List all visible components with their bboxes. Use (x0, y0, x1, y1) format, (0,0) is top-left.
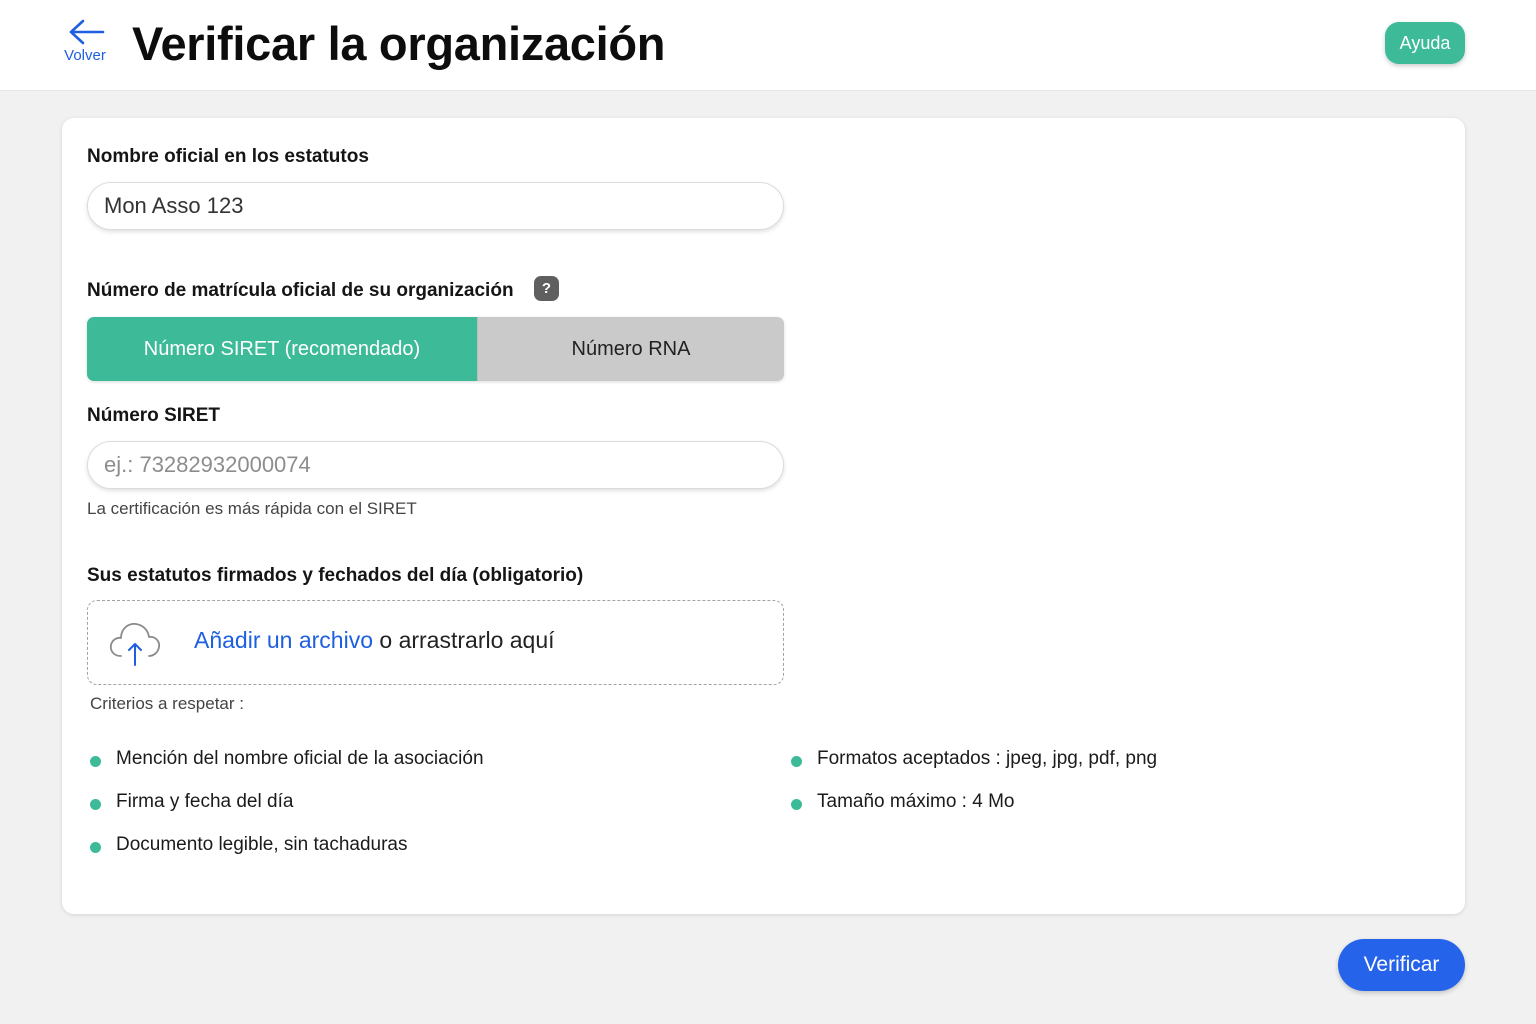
criteria-item: Formatos aceptados : jpeg, jpg, pdf, png (791, 748, 1157, 770)
option-rna-button[interactable]: Número RNA (477, 317, 784, 381)
back-button[interactable]: Volver (58, 18, 112, 72)
criteria-item: Tamaño máximo : 4 Mo (791, 791, 1014, 813)
criteria-item-text: Formatos aceptados : jpeg, jpg, pdf, png (817, 748, 1158, 769)
criteria-item-text: Tamaño máximo : 4 Mo (817, 791, 1015, 812)
verify-button[interactable]: Verificar (1338, 939, 1465, 991)
criteria-item: Mención del nombre oficial de la asociac… (90, 748, 484, 770)
criteria-item-text: Mención del nombre oficial de la asociac… (116, 748, 484, 769)
header-bar: Volver Verificar la organización Ayuda (0, 0, 1536, 91)
criteria-item-text: Firma y fecha del día (116, 791, 294, 812)
cloud-upload-icon (109, 623, 161, 666)
bullet-icon (90, 842, 101, 853)
dropzone-text: Añadir un archivo o arrastrarlo aquí (194, 627, 555, 654)
siret-hint: La certificación es más rápida con el SI… (87, 499, 417, 518)
question-mark-icon[interactable]: ? (534, 276, 559, 301)
help-button[interactable]: Ayuda (1385, 22, 1465, 64)
add-file-link[interactable]: Añadir un archivo (194, 627, 373, 653)
verification-form-card: Nombre oficial en los estatutos Número d… (62, 118, 1465, 914)
file-dropzone[interactable]: Añadir un archivo o arrastrarlo aquí (87, 600, 784, 685)
criteria-item: Documento legible, sin tachaduras (90, 834, 408, 856)
criteria-title: Criterios a respetar : (90, 694, 244, 713)
criteria-item: Firma y fecha del día (90, 791, 293, 813)
criteria-item-text: Documento legible, sin tachaduras (116, 834, 408, 855)
back-label: Volver (64, 47, 106, 64)
arrow-left-icon (69, 19, 105, 45)
registration-type-toggle: Número SIRET (recomendado) Número RNA (87, 317, 784, 381)
drag-here-text: o arrastrarlo aquí (373, 627, 555, 653)
statutes-label: Sus estatutos firmados y fechados del dí… (87, 565, 584, 586)
official-name-label: Nombre oficial en los estatutos (87, 146, 369, 167)
bullet-icon (791, 756, 802, 767)
option-siret-button[interactable]: Número SIRET (recomendado) (87, 317, 477, 381)
bullet-icon (90, 756, 101, 767)
bullet-icon (791, 799, 802, 810)
page-title: Verificar la organización (132, 17, 666, 70)
registration-number-label: Número de matrícula oficial de su organi… (87, 280, 514, 301)
bullet-icon (90, 799, 101, 810)
siret-input[interactable] (87, 441, 784, 489)
siret-label: Número SIRET (87, 405, 221, 426)
official-name-input[interactable] (87, 182, 784, 230)
